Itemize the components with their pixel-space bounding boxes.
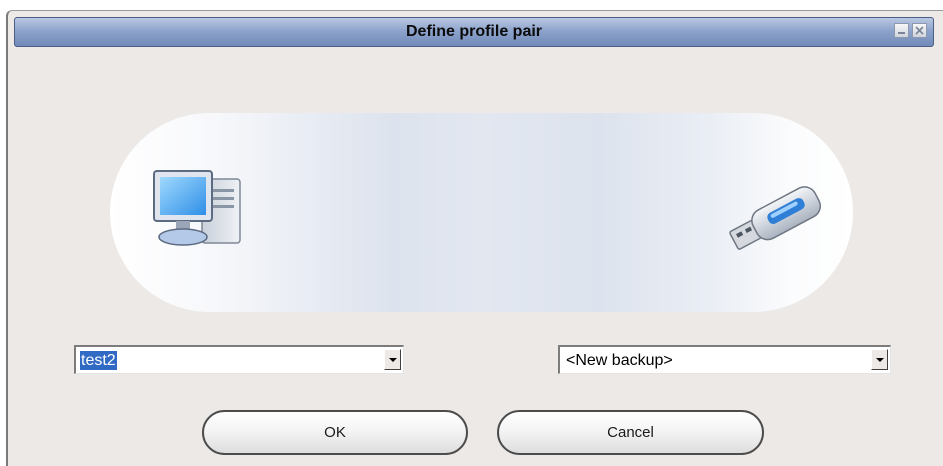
chevron-down-icon[interactable] xyxy=(384,349,401,370)
chevron-down-icon[interactable] xyxy=(871,349,888,370)
source-profile-value[interactable]: test2 xyxy=(80,351,117,370)
cancel-button[interactable]: Cancel xyxy=(497,410,764,455)
minimize-icon[interactable] xyxy=(894,23,909,38)
computer-icon xyxy=(150,165,250,255)
backup-profile-value[interactable]: <New backup> xyxy=(566,351,673,370)
usb-drive-icon xyxy=(722,183,828,253)
source-profile-select[interactable]: test2 xyxy=(74,345,404,374)
close-icon[interactable] xyxy=(912,23,927,38)
title-bar[interactable]: Define profile pair xyxy=(14,17,934,47)
window-title: Define profile pair xyxy=(405,23,543,40)
ok-button[interactable]: OK xyxy=(202,410,468,455)
backup-profile-select[interactable]: <New backup> xyxy=(558,345,891,374)
